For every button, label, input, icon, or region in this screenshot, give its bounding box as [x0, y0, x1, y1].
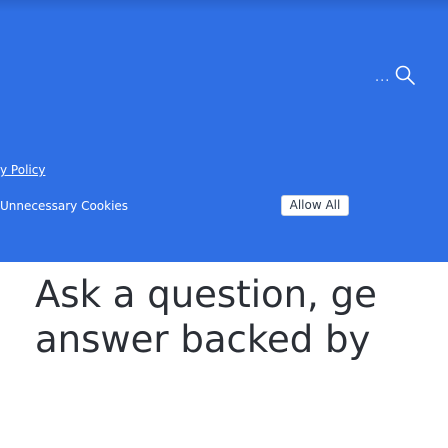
hero-headline-line-2: answer backed by [35, 318, 371, 361]
privacy-policy-link[interactable]: y Policy [0, 163, 45, 177]
search-icon[interactable] [393, 63, 417, 87]
hero-headline-line-1: Ask a question, ge [35, 273, 377, 316]
hero-headline: Ask a question, ge answer backed by [35, 272, 377, 362]
deny-unnecessary-cookies-button[interactable]: Unnecessary Cookies [0, 194, 128, 218]
allow-all-button[interactable]: Allow All [281, 195, 349, 216]
more-options-ellipsis[interactable]: ... [375, 70, 390, 85]
banner-top-fade [0, 0, 448, 12]
cookie-banner: ... y Policy Unnecessary Cookies Allow A… [0, 0, 448, 262]
